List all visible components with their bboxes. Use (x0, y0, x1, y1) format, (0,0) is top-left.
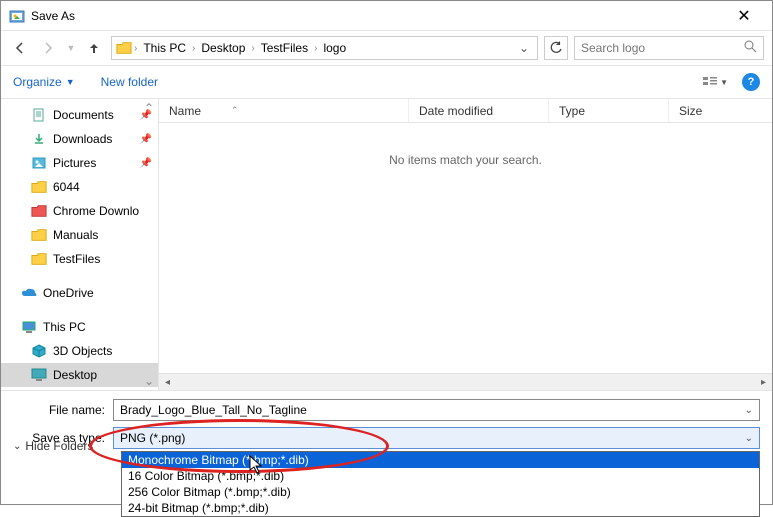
address-bar[interactable]: › This PC › Desktop › TestFiles › logo ⌄ (111, 36, 538, 60)
folder-icon (31, 252, 47, 266)
tree-item-onedrive[interactable]: OneDrive (1, 281, 158, 305)
savetype-dropdown[interactable]: Monochrome Bitmap (*.bmp;*.dib) 16 Color… (121, 451, 760, 517)
tree-label: Chrome Downlo (53, 204, 139, 218)
tree-label: TestFiles (53, 252, 100, 266)
folder-icon (116, 41, 132, 55)
tree-item-documents[interactable]: Documents📌 (1, 103, 158, 127)
tree-item-downloads[interactable]: Downloads📌 (1, 127, 158, 151)
chevron-right-icon[interactable]: › (192, 43, 195, 54)
tree-item-pictures[interactable]: Pictures📌 (1, 151, 158, 175)
desktop-icon (31, 368, 47, 382)
column-label: Date modified (419, 104, 493, 118)
column-date[interactable]: Date modified (409, 99, 549, 122)
folder-icon (31, 204, 47, 218)
breadcrumb[interactable]: Desktop (197, 41, 249, 55)
new-folder-button[interactable]: New folder (101, 75, 158, 89)
chevron-right-icon[interactable]: › (134, 43, 137, 54)
search-icon[interactable] (744, 40, 757, 56)
tree-scrollbar[interactable]: ⌃⌄ (144, 99, 158, 390)
filename-field[interactable]: Brady_Logo_Blue_Tall_No_Tagline ⌄ (113, 399, 760, 421)
horizontal-scrollbar[interactable]: ◂ ▸ (159, 373, 772, 390)
scroll-left[interactable]: ◂ (159, 377, 176, 388)
chevron-down-icon: ▼ (720, 78, 728, 87)
tree-item-3dobjects[interactable]: 3D Objects (1, 339, 158, 363)
up-button[interactable] (83, 37, 105, 59)
tree-label: OneDrive (43, 286, 94, 300)
tree-item-desktop[interactable]: Desktop (1, 363, 158, 387)
tree-item-folder[interactable]: Chrome Downlo (1, 199, 158, 223)
organize-label: Organize (13, 75, 62, 89)
folder-icon (31, 228, 47, 242)
tree-label: 6044 (53, 180, 80, 194)
chevron-right-icon[interactable]: › (314, 43, 317, 54)
breadcrumb[interactable]: TestFiles (257, 41, 312, 55)
tree-label: Downloads (53, 132, 112, 146)
column-size[interactable]: Size (669, 99, 772, 122)
savetype-value: PNG (*.png) (120, 431, 185, 445)
filename-value: Brady_Logo_Blue_Tall_No_Tagline (120, 403, 307, 417)
tree-item-folder[interactable]: TestFiles (1, 247, 158, 271)
file-list[interactable]: No items match your search. (159, 123, 772, 373)
3d-icon (31, 344, 47, 358)
window-title: Save As (31, 9, 724, 23)
column-label: Size (679, 104, 702, 118)
refresh-button[interactable] (544, 36, 568, 60)
sort-indicator: ⌃ (231, 105, 239, 116)
chevron-down-icon: ▼ (66, 77, 75, 87)
column-type[interactable]: Type (549, 99, 669, 122)
address-dropdown[interactable]: ⌄ (515, 41, 533, 55)
downloads-icon (31, 132, 47, 146)
organize-menu[interactable]: Organize ▼ (13, 75, 75, 89)
tree-label: This PC (43, 320, 86, 334)
breadcrumb[interactable]: This PC (139, 41, 190, 55)
search-input[interactable] (581, 41, 744, 55)
view-options[interactable]: ▼ (702, 75, 728, 89)
pc-icon (21, 320, 37, 334)
tree-label: Documents (53, 108, 114, 122)
forward-button[interactable] (37, 37, 59, 59)
back-button[interactable] (9, 37, 31, 59)
savetype-field[interactable]: PNG (*.png) ⌄ (113, 427, 760, 449)
dropdown-option[interactable]: 256 Color Bitmap (*.bmp;*.dib) (122, 484, 759, 500)
column-label: Name (169, 104, 201, 118)
tree-label: Desktop (53, 368, 97, 382)
chevron-right-icon[interactable]: › (251, 43, 254, 54)
help-button[interactable]: ? (742, 73, 760, 91)
scroll-right[interactable]: ▸ (755, 377, 772, 388)
nav-tree[interactable]: Documents📌 Downloads📌 Pictures📌 6044 Chr… (1, 99, 159, 390)
tree-item-folder[interactable]: 6044 (1, 175, 158, 199)
empty-message: No items match your search. (389, 153, 542, 167)
filename-label: File name: (13, 403, 113, 417)
breadcrumb[interactable]: logo (319, 41, 350, 55)
chevron-down-icon: ⌄ (13, 441, 21, 452)
tree-item-thispc[interactable]: This PC (1, 315, 158, 339)
dropdown-option[interactable]: Monochrome Bitmap (*.bmp;*.dib) (122, 452, 759, 468)
chevron-down-icon[interactable]: ⌄ (745, 405, 753, 416)
app-icon (9, 8, 25, 24)
folder-icon (31, 180, 47, 194)
search-box[interactable] (574, 36, 764, 60)
column-label: Type (559, 104, 585, 118)
close-button[interactable]: ✕ (724, 6, 764, 26)
dropdown-option[interactable]: 16 Color Bitmap (*.bmp;*.dib) (122, 468, 759, 484)
history-dropdown[interactable]: ▼ (65, 37, 77, 59)
chevron-down-icon[interactable]: ⌄ (745, 433, 753, 444)
tree-item-folder[interactable]: Manuals (1, 223, 158, 247)
column-headers[interactable]: Name ⌃ Date modified Type Size (159, 99, 772, 123)
tree-label: Manuals (53, 228, 98, 242)
dropdown-option[interactable]: 24-bit Bitmap (*.bmp;*.dib) (122, 500, 759, 516)
tree-label: Pictures (53, 156, 96, 170)
hide-folders-button[interactable]: ⌄ Hide Folders (13, 439, 93, 453)
tree-label: 3D Objects (53, 344, 112, 358)
pictures-icon (31, 156, 47, 170)
documents-icon (31, 108, 47, 122)
scroll-track[interactable] (176, 374, 755, 390)
column-name[interactable]: Name ⌃ (159, 99, 409, 122)
hide-folders-label: Hide Folders (25, 439, 93, 453)
onedrive-icon (21, 286, 37, 300)
